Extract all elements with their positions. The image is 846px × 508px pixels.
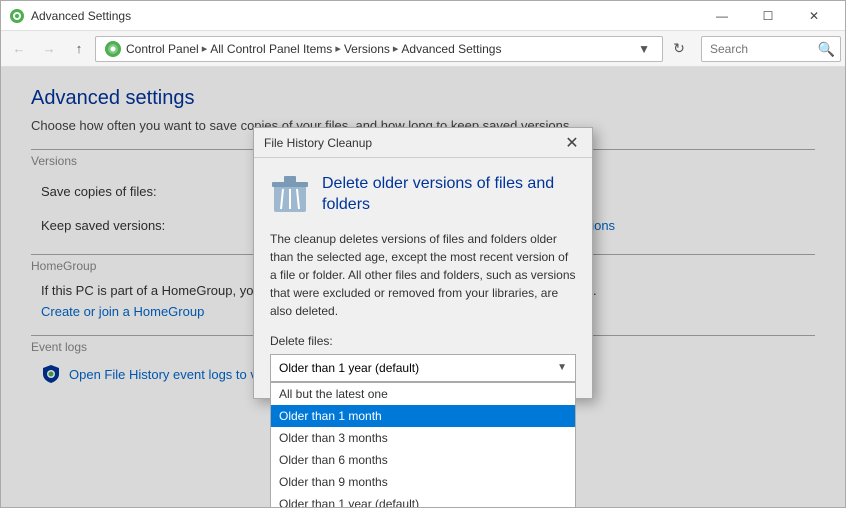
breadcrumb-arrow-1: ▸ — [199, 42, 211, 55]
window-title: Advanced Settings — [31, 9, 699, 23]
close-button[interactable]: ✕ — [791, 1, 837, 31]
refresh-button[interactable]: ↻ — [665, 36, 693, 62]
nav-icon — [104, 40, 122, 58]
delete-files-dropdown: Older than 1 year (default) ▼ All but th… — [270, 354, 576, 382]
breadcrumb-arrow-2: ▸ — [332, 42, 344, 55]
breadcrumb-control-panel: Control Panel — [126, 42, 199, 56]
chevron-down-icon: ▼ — [557, 362, 567, 373]
dropdown-selected[interactable]: Older than 1 year (default) ▼ — [270, 354, 576, 382]
dropdown-item-1year[interactable]: Older than 1 year (default) — [271, 493, 575, 507]
main-content: Advanced settings Choose how often you w… — [1, 67, 845, 507]
back-button[interactable]: ← — [5, 36, 33, 62]
modal-description: The cleanup deletes versions of files an… — [270, 230, 576, 320]
main-window: Advanced Settings — ☐ ✕ ← → ↑ Control Pa… — [0, 0, 846, 508]
search-container: 🔍 — [701, 36, 841, 62]
cleanup-modal: File History Cleanup ✕ — [253, 127, 593, 399]
window-icon — [9, 8, 25, 24]
modal-heading: Delete older versions of files and folde… — [322, 174, 576, 216]
modal-header-row: Delete older versions of files and folde… — [270, 174, 576, 216]
search-icon: 🔍 — [818, 41, 835, 58]
dropdown-item-6months[interactable]: Older than 6 months — [271, 449, 575, 471]
up-button[interactable]: ↑ — [65, 36, 93, 62]
maximize-button[interactable]: ☐ — [745, 1, 791, 31]
recycle-bin-icon — [270, 174, 310, 214]
modal-overlay: File History Cleanup ✕ — [1, 67, 845, 507]
modal-title: File History Cleanup — [264, 136, 562, 150]
modal-body: Delete older versions of files and folde… — [254, 158, 592, 398]
delete-files-label: Delete files: — [270, 334, 576, 348]
dropdown-item-1month[interactable]: Older than 1 month — [271, 405, 575, 427]
breadcrumb-advanced-settings: Advanced Settings — [401, 42, 501, 56]
dropdown-list: All but the latest one Older than 1 mont… — [270, 382, 576, 507]
title-bar: Advanced Settings — ☐ ✕ — [1, 1, 845, 31]
minimize-button[interactable]: — — [699, 1, 745, 31]
dropdown-item-9months[interactable]: Older than 9 months — [271, 471, 575, 493]
dropdown-item-all-but-latest[interactable]: All but the latest one — [271, 383, 575, 405]
dropdown-selected-value: Older than 1 year (default) — [279, 361, 419, 375]
breadcrumb-arrow-3: ▸ — [390, 42, 402, 55]
dropdown-item-3months[interactable]: Older than 3 months — [271, 427, 575, 449]
modal-close-button[interactable]: ✕ — [562, 133, 582, 153]
window-controls: — ☐ ✕ — [699, 1, 837, 31]
address-input[interactable]: Control Panel ▸ All Control Panel Items … — [95, 36, 663, 62]
breadcrumb-all-control-panel: All Control Panel Items — [210, 42, 332, 56]
forward-button[interactable]: → — [35, 36, 63, 62]
address-bar: ← → ↑ Control Panel ▸ All Control Panel … — [1, 31, 845, 67]
dropdown-arrow-button[interactable]: ▼ — [634, 42, 654, 56]
modal-title-bar: File History Cleanup ✕ — [254, 128, 592, 158]
breadcrumb-file-history[interactable]: Versions — [344, 42, 390, 56]
